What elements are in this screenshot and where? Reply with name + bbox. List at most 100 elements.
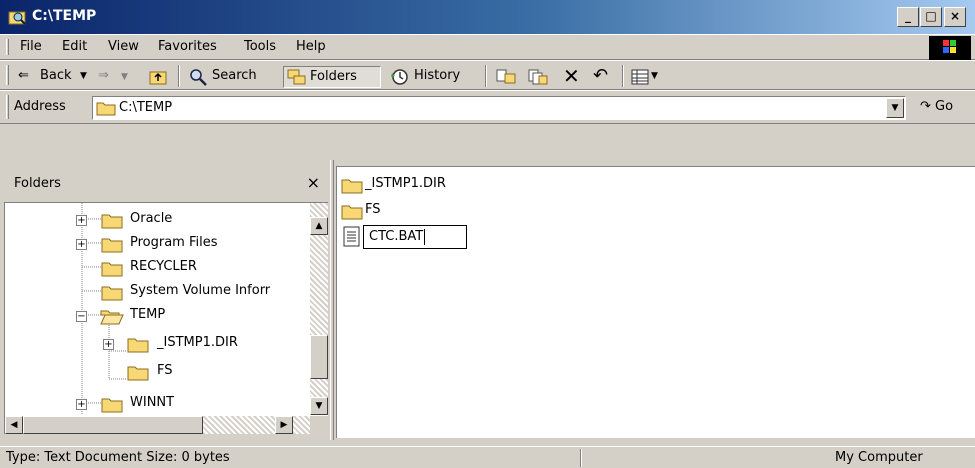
folder-icon [96,102,116,116]
folders-pane-header: Folders × [4,166,328,202]
folder-icon [341,179,363,194]
rename-input[interactable]: CTC.BAT [363,225,467,249]
tree-horizontal-scrollbar[interactable]: ◀ ▶ [5,416,311,434]
tree-item-system-volume-information[interactable]: System Volume Inforr [5,281,311,303]
toolbar-separator [178,65,180,87]
address-grip[interactable] [6,95,9,119]
copy-to-button[interactable] [527,66,549,88]
standard-toolbar: ⇐ Back ▼ ⇒ ▼ Search Folders History ✕ ↶ … [0,60,975,90]
tree-item-label: WINNT [130,395,175,410]
tree-expand-button[interactable]: + [76,215,87,226]
folders-button[interactable]: Folders [283,66,381,88]
up-folder-button[interactable] [148,66,168,88]
tree-expand-button[interactable]: + [76,399,87,410]
minimize-button[interactable]: _ [897,7,919,27]
tree-item-label: TEMP [130,307,166,322]
rename-value: CTC.BAT [369,229,424,244]
tree-item-label: Oracle [130,211,173,226]
tree-item-temp[interactable]: − TEMP [5,305,311,327]
folder-icon [101,286,123,301]
folder-icon [101,238,123,253]
status-separator [580,449,582,467]
undo-icon: ↶ [593,65,609,86]
back-dropdown-icon[interactable]: ▼ [80,66,87,86]
maximize-button[interactable]: □ [920,7,942,27]
folder-tree[interactable]: + Oracle + Program Files RECYCLER System… [4,202,328,434]
forward-button[interactable]: ⇒ ▼ [98,66,128,88]
delete-button[interactable]: ✕ [563,66,580,88]
scroll-right-button[interactable]: ▶ [275,416,293,434]
menu-bar: File Edit View Favorites Tools Help [0,34,975,60]
file-item-label: FS [365,202,381,217]
back-label: Back [40,68,72,83]
forward-arrow-icon: ⇒ [98,68,109,83]
folders-label: Folders [310,69,357,84]
menu-grip[interactable] [6,39,9,55]
address-input[interactable]: C:\TEMP ▼ [92,96,906,120]
undo-button[interactable]: ↶ [593,66,608,88]
file-list-pane[interactable]: _ISTMP1.DIR FS CTC.BAT [336,166,975,438]
status-text: Type: Text Document Size: 0 bytes [6,450,230,465]
tree-item-label: FS [157,363,173,378]
history-label: History [414,68,461,83]
menu-edit[interactable]: Edit [62,39,87,54]
open-folder-icon [100,310,124,325]
tree-item-label: _ISTMP1.DIR [157,335,238,350]
toolbar-separator [622,65,624,87]
tree-expand-button[interactable]: + [103,339,114,350]
folders-icon [287,69,306,85]
tree-item-fs[interactable]: FS [5,361,311,383]
tree-item-recycler[interactable]: RECYCLER [5,257,311,279]
tree-item-label: Program Files [130,235,218,250]
scroll-down-button[interactable]: ▼ [310,397,328,415]
tree-expand-button[interactable]: + [76,239,87,250]
address-dropdown-button[interactable]: ▼ [886,98,904,118]
menu-favorites[interactable]: Favorites [158,39,217,54]
tree-collapse-button[interactable]: − [76,311,87,322]
folders-pane-close-button[interactable]: × [307,173,320,192]
explorer-window-icon [8,8,26,26]
window-title: C:\TEMP [32,8,97,24]
tree-item-winnt[interactable]: + WINNT [5,393,311,415]
title-bar[interactable]: C:\TEMP _ □ × [0,0,975,34]
tree-item-program-files[interactable]: + Program Files [5,233,311,255]
folders-pane: Folders × + Oracle + Program Files RECYC… [4,166,328,434]
tree-item-label: RECYCLER [130,259,197,274]
go-button[interactable]: ↷ Go [920,99,953,114]
up-folder-icon [149,71,167,85]
tree-vertical-scrollbar[interactable]: ▲ ▼ [310,203,328,415]
address-value: C:\TEMP [119,100,173,115]
menu-help[interactable]: Help [296,39,326,54]
scroll-corner [310,416,328,434]
delete-x-icon: ✕ [563,64,580,88]
pane-splitter[interactable] [330,160,334,440]
scroll-up-button[interactable]: ▲ [310,217,328,235]
toolbar-grip[interactable] [6,65,9,85]
address-label: Address [14,99,66,114]
search-label: Search [212,68,257,83]
search-icon [190,69,207,86]
text-caret [424,228,426,245]
vertical-scroll-thumb[interactable] [310,335,328,379]
folder-icon [101,262,123,277]
folder-icon [341,205,363,220]
horizontal-scroll-thumb[interactable] [23,416,203,434]
tree-item-label: System Volume Inforr [130,283,271,298]
close-button[interactable]: × [944,7,966,27]
text-document-icon [343,226,360,247]
views-icon [631,69,649,85]
move-to-button[interactable] [495,66,517,88]
tree-item-oracle[interactable]: + Oracle [5,209,311,231]
forward-dropdown-icon[interactable]: ▼ [121,72,128,82]
address-bar: Address C:\TEMP ▼ ↷ Go [0,90,975,124]
views-dropdown-icon[interactable]: ▼ [651,66,658,86]
menu-tools[interactable]: Tools [244,39,276,54]
status-bar: Type: Text Document Size: 0 bytes My Com… [0,446,975,468]
menu-view[interactable]: View [108,39,139,54]
menu-file[interactable]: File [20,39,42,54]
go-arrow-icon: ↷ [920,99,931,114]
tree-item-istmp1-dir[interactable]: + _ISTMP1.DIR [5,333,311,355]
scroll-left-button[interactable]: ◀ [5,416,23,434]
move-to-icon [496,69,516,84]
windows-logo-icon [929,36,971,60]
